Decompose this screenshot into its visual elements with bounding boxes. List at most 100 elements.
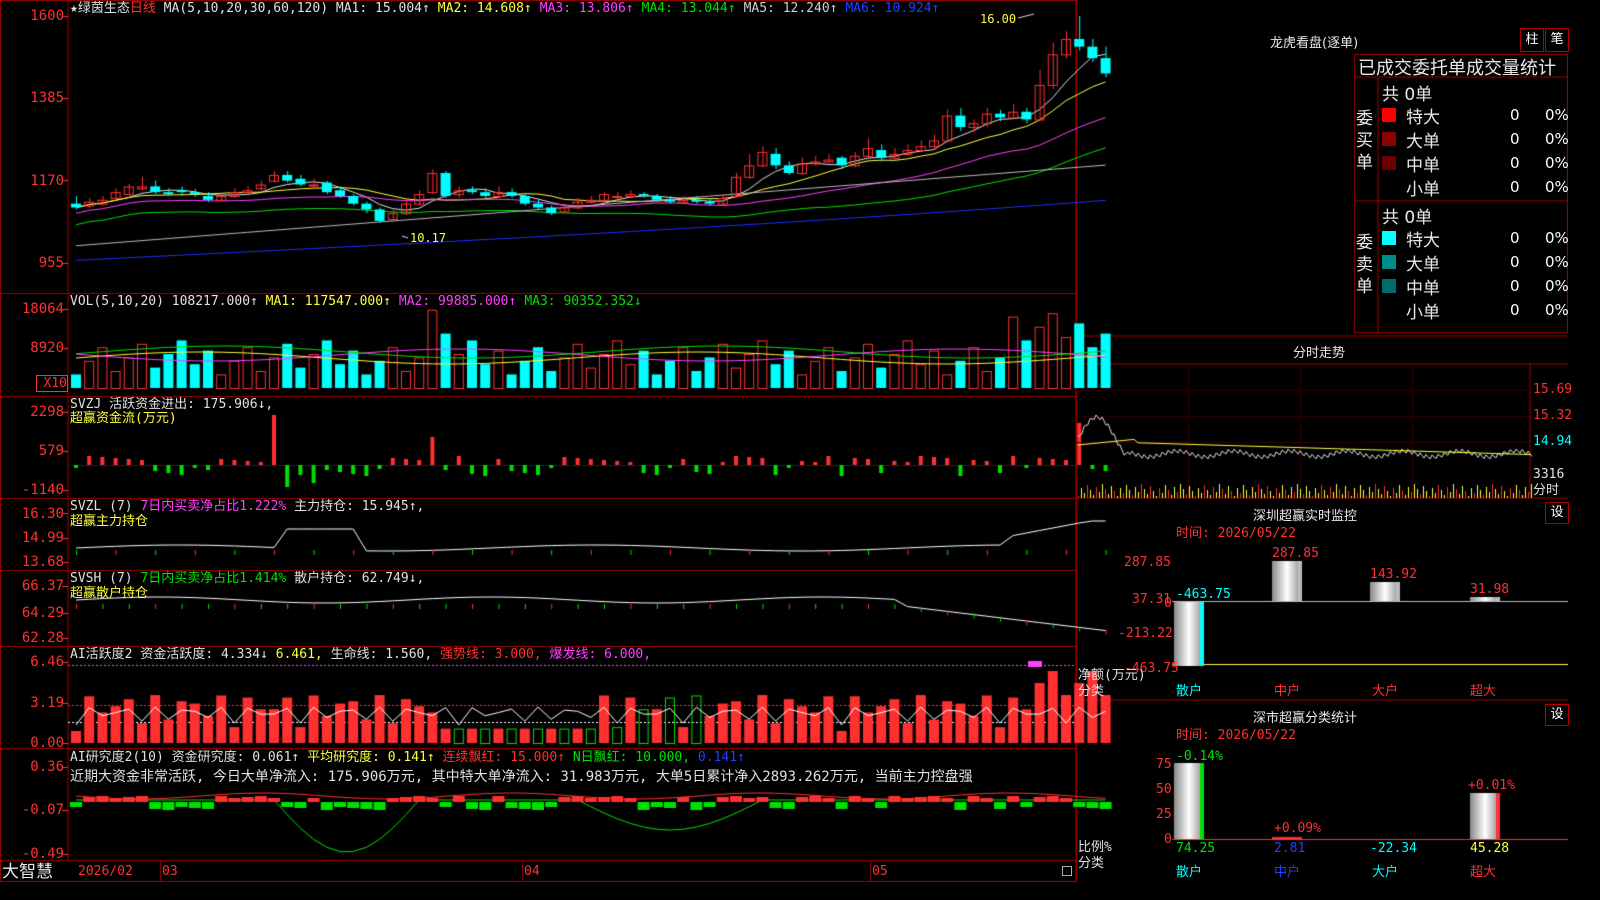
ai1-legend: AI活跃度2 资金活跃度: 4.334↓ 6.461, 生命线: 1.560, … (70, 647, 651, 662)
svsh-label: SVSH (7) (70, 571, 133, 586)
buy-total: 共 0单 (1382, 85, 1433, 105)
y-svzl-2: 13.68 (21, 554, 64, 570)
low-annotation: 10.17 (410, 231, 447, 245)
y-main-0: 1600 (30, 8, 64, 24)
y-vol-2[interactable]: X10 (36, 375, 68, 392)
stock-name[interactable]: ★绿茵生态 (70, 1, 130, 16)
svzj-text: 活跃资金进出: 175.906↓, (109, 397, 274, 412)
sz-monitor-time: 时间: 2026/05/22 (1176, 526, 1296, 541)
y-svzj-2: -1140 (21, 482, 64, 498)
szc-top-3: +0.01% (1468, 778, 1515, 793)
sell-swatch-2 (1382, 279, 1396, 293)
buy-row-pct-3: 0% (1545, 178, 1569, 196)
sell-swatch-0 (1382, 231, 1396, 245)
ma-params: MA(5,10,20,30,60,120) (163, 1, 329, 16)
szc-top-1: +0.09% (1274, 821, 1321, 836)
column-view-button[interactable]: 柱 (1520, 28, 1544, 52)
x-label-3: 05 (872, 864, 888, 879)
sz-class-settings-button[interactable]: 设 (1545, 704, 1569, 726)
sell-row-count-0: 0 (1510, 229, 1520, 247)
sell-row-pct-2: 0% (1545, 277, 1569, 295)
sz-cat-3: 超大 (1470, 684, 1497, 699)
x-label-0: 2026/02 (78, 864, 133, 879)
y-main-3: 955 (38, 255, 64, 271)
sz-side-2: 分类 (1078, 684, 1105, 699)
ai2-note: 近期大资金非常活跃, 今日大单净流入: 175.906万元, 其中特大单净流入:… (70, 769, 973, 785)
buy-row-pct-2: 0% (1545, 154, 1569, 172)
svzl-label: SVZL (7) (70, 499, 133, 514)
vol-ma-values: MA1: 117547.000↑ MA2: 99885.000↑ MA3: 9035… (266, 294, 650, 309)
dragon-header: 已成交委托单成交量统计 (1358, 58, 1556, 79)
szc-cat-0: 散户 (1176, 865, 1203, 880)
y-vol-1: 8920 (30, 340, 64, 356)
minute-y-1: 15.32 (1533, 408, 1573, 423)
sell-swatch-1 (1382, 255, 1396, 269)
szc-cat-3: 超大 (1470, 865, 1497, 880)
y-svzl-1: 14.99 (21, 530, 64, 546)
ai2-t1: 资金研究度: 0.061↑ (171, 750, 300, 765)
sell-row-label-2: 中单 (1406, 279, 1440, 299)
sz-val-1: 287.85 (1272, 546, 1319, 561)
szc-val-2: -22.34 (1370, 841, 1417, 856)
szc-y-2: 25 (1156, 807, 1172, 822)
szc-side-2: 分类 (1078, 856, 1105, 871)
svzl-t2: 主力持仓: 15.945↑, (294, 499, 425, 514)
svsh-legend: SVSH (7) 7日内买卖净占比1.414% 散户持仓: 62.749↓, (70, 571, 424, 586)
szc-cat-2: 大户 (1372, 865, 1399, 880)
minute-unit: 分时 (1533, 483, 1560, 498)
buy-orders-label: 委买单 (1356, 109, 1373, 173)
sz-y-3: -213.22 (1118, 626, 1173, 641)
tick-view-button[interactable]: 笔 (1545, 28, 1569, 52)
sell-row-count-3: 0 (1510, 301, 1520, 319)
sz-side-1: 净额(万元) (1078, 668, 1146, 683)
sz-monitor-settings-button[interactable]: 设 (1545, 502, 1569, 524)
minute-title: 分时走势 (1293, 346, 1346, 361)
minute-y-0: 15.69 (1533, 382, 1573, 397)
ma-value-3: MA4: 13.044↑ (641, 1, 736, 16)
ai2-t4: N日飘红: 10.000, (572, 750, 691, 765)
vol-value: 108217.000↑ (171, 294, 258, 309)
sz-val-2: 143.92 (1370, 567, 1417, 582)
dragon-title: 龙虎看盘(逐单) (1270, 36, 1359, 51)
szc-cat-1: 中户 (1274, 865, 1301, 880)
sell-row-label-0: 特大 (1406, 231, 1440, 251)
y-ai1-0: 6.46 (30, 654, 64, 670)
ai1-t1: 资金活跃度: 4.334↓ (140, 647, 268, 662)
y-svsh-1: 64.29 (21, 605, 64, 621)
ai2-label: AI研究度2(10) (70, 750, 164, 765)
sell-row-pct-1: 0% (1545, 253, 1569, 271)
buy-swatch-3 (1382, 180, 1396, 194)
buy-row-count-3: 0 (1510, 178, 1520, 196)
y-main-2: 1170 (30, 173, 64, 189)
ai1-t4: 强势线: 3.000, (440, 647, 542, 662)
lock-icon[interactable] (1062, 866, 1072, 876)
sz-class-time: 时间: 2026/05/22 (1176, 728, 1296, 743)
sell-orders-label: 委卖单 (1356, 233, 1373, 297)
sell-row-count-2: 0 (1510, 277, 1520, 295)
szc-val-3: 45.28 (1470, 841, 1510, 856)
svsh-sub: 超赢散户持仓 (70, 586, 149, 601)
vol-ma-value-0: MA1: 117547.000↑ (265, 294, 391, 309)
szc-val-1: 2.81 (1274, 841, 1306, 856)
y-svsh-0: 66.37 (21, 578, 64, 594)
buy-row-label-2: 中单 (1406, 156, 1440, 176)
vol-ma-value-2: MA3: 90352.352↓ (524, 294, 642, 309)
szc-side-1: 比例% (1078, 840, 1112, 855)
svsh-t2: 散户持仓: 62.749↓, (294, 571, 425, 586)
ma-value-2: MA3: 13.806↑ (539, 1, 634, 16)
y-svzl-0: 16.30 (21, 506, 64, 522)
szc-val-0: 74.25 (1176, 841, 1216, 856)
sell-swatch-3 (1382, 303, 1396, 317)
buy-swatch-2 (1382, 156, 1396, 170)
y-svzj-1: 579 (38, 443, 64, 459)
ai2-t3: 连续飘红: 15.000↑ (442, 750, 565, 765)
sz-cat-0: 散户 (1176, 684, 1203, 699)
buy-row-label-0: 特大 (1406, 108, 1440, 128)
buy-row-count-1: 0 (1510, 130, 1520, 148)
buy-row-count-0: 0 (1510, 106, 1520, 124)
sell-total: 共 0单 (1382, 208, 1433, 228)
vol-params: VOL(5,10,20) (70, 294, 164, 309)
period-label[interactable]: 日线 (130, 1, 156, 16)
svzj-label: SVZJ (70, 397, 102, 412)
main-legend: ★绿茵生态日线 MA(5,10,20,30,60,120) MA1: 15.00… (70, 1, 947, 16)
